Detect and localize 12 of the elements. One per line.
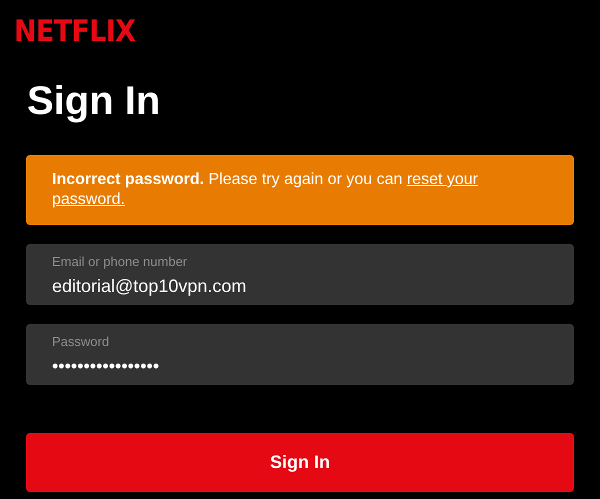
alert-message: Incorrect password. Please try again or you can reset your password.	[52, 171, 478, 208]
reset-password-link[interactable]: password.	[52, 191, 125, 208]
input-field[interactable]: Email or phone number editorial@top10vpn.com	[26, 244, 574, 305]
input-field[interactable]: Password •••••••••••••••••	[26, 324, 574, 385]
field-label: Password	[52, 334, 110, 350]
sign-in-button[interactable]: Sign In	[26, 433, 574, 492]
reset-password-link[interactable]: reset your	[406, 171, 478, 188]
field-value: editorial@top10vpn.com	[52, 275, 246, 298]
logo: NETFLIX	[14, 16, 136, 46]
field-label: Email or phone number	[52, 254, 188, 270]
field-value: •••••••••••••••••	[52, 355, 160, 378]
page-title: Sign In	[27, 81, 160, 121]
